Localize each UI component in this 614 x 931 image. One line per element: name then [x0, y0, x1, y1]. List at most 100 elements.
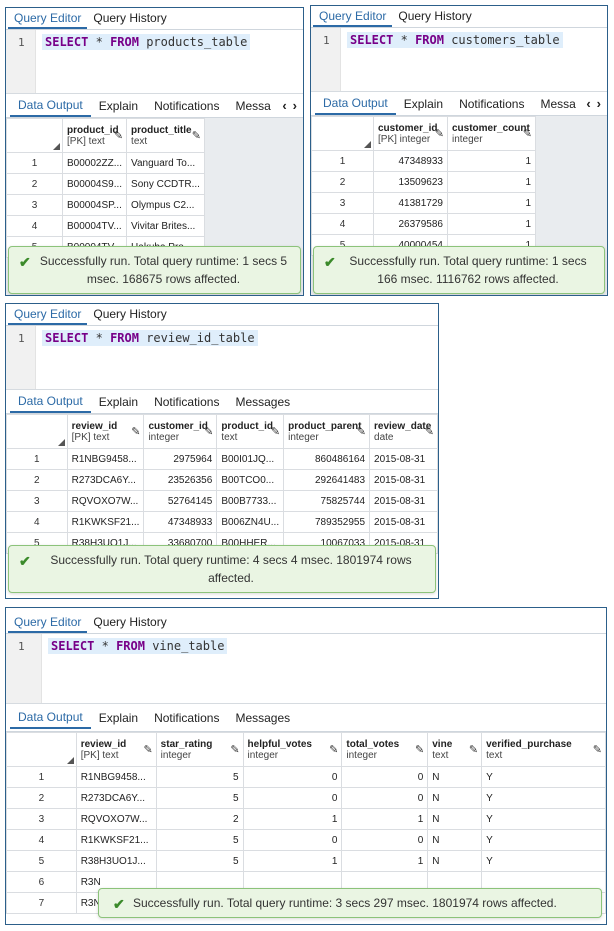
table-row[interactable]: 3 41381729 1 — [311, 192, 536, 214]
query-tabs: Query Editor Query History — [311, 6, 607, 28]
sql-star: * — [95, 331, 103, 345]
query-panel-customers: Query Editor Query History 1 SELECT * FR… — [310, 5, 608, 296]
grid-corner[interactable] — [6, 414, 68, 449]
sql-keyword: FROM — [415, 33, 444, 47]
column-header[interactable]: customer_id [PK] integer ✎ — [373, 116, 448, 151]
tab-explain[interactable]: Explain — [396, 94, 451, 114]
table-row[interactable]: 1 R1NBG9458... 5 0 0 N Y — [6, 766, 606, 788]
table-row[interactable]: 2 B00004S9... Sony CCDTR... — [6, 173, 205, 195]
tab-messages[interactable]: Messa — [227, 96, 278, 116]
column-header[interactable]: product_title text ✎ — [126, 118, 205, 153]
line-number: 1 — [323, 34, 330, 47]
table-row[interactable]: 4 B00004TV... Vivitar Brites... — [6, 215, 205, 237]
pencil-icon: ✎ — [592, 744, 602, 756]
query-panel-review-id: Query Editor Query History 1 SELECT * FR… — [5, 303, 439, 599]
tab-messages[interactable]: Messages — [227, 392, 298, 412]
tab-notifications[interactable]: Notifications — [146, 708, 227, 728]
pencil-icon: ✎ — [204, 426, 214, 438]
table-row[interactable]: 2 13509623 1 — [311, 171, 536, 193]
tab-query-history[interactable]: Query History — [392, 9, 477, 27]
column-header[interactable]: total_votes integer ✎ — [341, 732, 429, 767]
checkmark-icon: ✔ — [19, 553, 31, 569]
tab-data-output[interactable]: Data Output — [10, 707, 91, 729]
table-row[interactable]: 1 R1NBG9458... 2975964 B00I01JQ... 860486164… — [6, 448, 438, 470]
chevron-right-icon[interactable]: › — [293, 98, 297, 113]
table-row[interactable]: 1 47348933 1 — [311, 150, 536, 172]
tab-data-output[interactable]: Data Output — [10, 95, 91, 117]
column-header[interactable]: product_id text ✎ — [216, 414, 285, 449]
table-row[interactable]: 1 B00002ZZ... Vanguard To... — [6, 152, 205, 174]
results-table: review_id [PK] text ✎ customer_id integer ✎ … — [6, 414, 438, 554]
query-panel-products: Query Editor Query History 1 SELECT * FR… — [5, 7, 304, 296]
table-row[interactable]: 3 RQVOXO7W... 52764145 B00B7733... 75825744 2… — [6, 490, 438, 512]
output-tabs: Data Output Explain Notifications Messag… — [6, 390, 438, 414]
table-row[interactable]: 3 RQVOXO7W... 2 1 1 N Y — [6, 808, 606, 830]
table-row[interactable]: 5 R38H3UO1J... 5 1 1 N Y — [6, 850, 606, 872]
line-number: 1 — [18, 332, 25, 345]
column-header[interactable]: customer_count integer ✎ — [447, 116, 536, 151]
column-header[interactable]: product_id [PK] text ✎ — [61, 118, 128, 153]
tab-notifications[interactable]: Notifications — [146, 392, 227, 412]
column-header[interactable]: review_date date ✎ — [369, 414, 438, 449]
success-toast: ✔ Successfully run. Total query runtime:… — [98, 888, 602, 918]
grid-corner[interactable] — [6, 732, 77, 767]
table-row[interactable]: 2 R273DCA6Y... 5 0 0 N Y — [6, 787, 606, 809]
chevron-left-icon[interactable]: ‹ — [586, 96, 590, 111]
chevron-right-icon[interactable]: › — [597, 96, 601, 111]
column-header[interactable]: review_id [PK] text ✎ — [75, 732, 157, 767]
sql-table-name: review_id_table — [146, 331, 255, 345]
tab-query-history[interactable]: Query History — [87, 11, 172, 29]
pencil-icon: ✎ — [230, 744, 240, 756]
grid-corner[interactable] — [6, 118, 63, 153]
table-row[interactable]: 4 R1KWKSF21... 47348933 B006ZN4U... 78935295… — [6, 511, 438, 533]
results-table: review_id [PK] text ✎ star_rating integer ✎ … — [6, 732, 606, 914]
sql-editor[interactable]: 1 SELECT * FROM vine_table — [6, 634, 606, 704]
chevron-left-icon[interactable]: ‹ — [282, 98, 286, 113]
tab-notifications[interactable]: Notifications — [451, 94, 532, 114]
tab-messages[interactable]: Messa — [532, 94, 583, 114]
column-header[interactable]: helpful_votes integer ✎ — [242, 732, 343, 767]
tab-data-output[interactable]: Data Output — [315, 93, 396, 115]
sql-keyword: SELECT — [350, 33, 394, 47]
tab-explain[interactable]: Explain — [91, 96, 146, 116]
query-tabs: Query Editor Query History — [6, 608, 606, 634]
column-header[interactable]: verified_purchase text ✎ — [481, 732, 606, 767]
tab-query-editor[interactable]: Query Editor — [313, 9, 393, 27]
tab-explain[interactable]: Explain — [91, 708, 146, 728]
sql-query[interactable]: SELECT * FROM review_id_table — [42, 330, 258, 346]
column-header[interactable]: review_id [PK] text ✎ — [66, 414, 145, 449]
query-tabs: Query Editor Query History — [6, 304, 438, 326]
column-header[interactable]: customer_id integer ✎ — [143, 414, 218, 449]
sql-keyword: SELECT — [51, 639, 95, 653]
sql-query[interactable]: SELECT * FROM vine_table — [48, 638, 228, 654]
tab-notifications[interactable]: Notifications — [146, 96, 227, 116]
sql-editor[interactable]: 1 SELECT * FROM products_table — [6, 30, 303, 94]
sql-keyword: SELECT — [45, 331, 89, 345]
pencil-icon: ✎ — [434, 128, 444, 140]
pencil-icon: ✎ — [415, 744, 425, 756]
column-header[interactable]: product_parent integer ✎ — [283, 414, 371, 449]
tab-query-editor[interactable]: Query Editor — [8, 307, 88, 325]
results-table: customer_id [PK] integer ✎ customer_count i… — [311, 116, 536, 256]
tab-query-editor[interactable]: Query Editor — [8, 615, 88, 633]
tab-query-history[interactable]: Query History — [87, 615, 172, 633]
tab-query-editor[interactable]: Query Editor — [8, 11, 88, 29]
sql-query[interactable]: SELECT * FROM customers_table — [347, 32, 563, 48]
column-header[interactable]: vine text ✎ — [427, 732, 483, 767]
grid-corner[interactable] — [311, 116, 374, 151]
tab-messages[interactable]: Messages — [227, 708, 298, 728]
table-row[interactable]: 4 R1KWKSF21... 5 0 0 N Y — [6, 829, 606, 851]
sql-editor[interactable]: 1 SELECT * FROM review_id_table — [6, 326, 438, 390]
table-row[interactable]: 3 B00004SP... Olympus C2... — [6, 194, 205, 216]
table-row[interactable]: 2 R273DCA6Y... 23526356 B00TCO0... 292641483… — [6, 469, 438, 491]
sql-table-name: vine_table — [152, 639, 225, 653]
sql-editor[interactable]: 1 SELECT * FROM customers_table — [311, 28, 607, 92]
tab-explain[interactable]: Explain — [91, 392, 146, 412]
table-row[interactable]: 4 26379586 1 — [311, 213, 536, 235]
query-tabs: Query Editor Query History — [6, 8, 303, 30]
pencil-icon: ✎ — [143, 744, 153, 756]
column-header[interactable]: star_rating integer ✎ — [155, 732, 244, 767]
tab-query-history[interactable]: Query History — [87, 307, 172, 325]
tab-data-output[interactable]: Data Output — [10, 391, 91, 413]
sql-query[interactable]: SELECT * FROM products_table — [42, 34, 251, 50]
